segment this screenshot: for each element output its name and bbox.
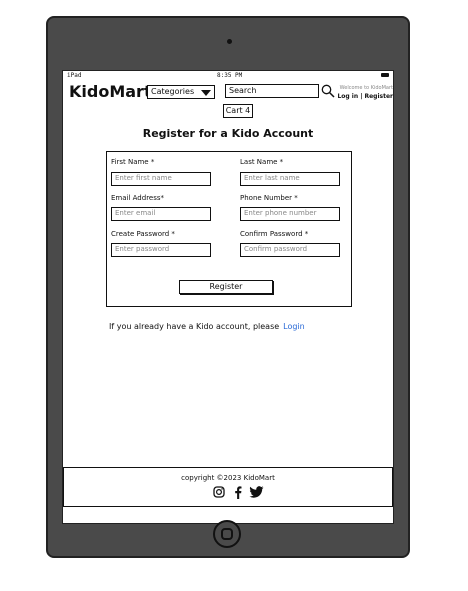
- email-placeholder: Enter email: [115, 209, 156, 217]
- registration-form: First Name * Enter first name Last Name …: [106, 151, 352, 307]
- password-field[interactable]: Enter password: [111, 243, 211, 257]
- last-name-label: Last Name *: [240, 158, 284, 166]
- battery-icon: [381, 73, 389, 77]
- camera-icon: [227, 39, 232, 44]
- categories-label: Categories: [151, 87, 195, 96]
- first-name-field[interactable]: Enter first name: [111, 172, 211, 186]
- screen: iPad 8:35 PM KidoMart Categories Search …: [62, 70, 394, 524]
- status-time: 8:35 PM: [217, 72, 243, 79]
- social-links: [209, 486, 269, 500]
- site-logo[interactable]: KidoMart: [69, 82, 152, 101]
- caret-down-icon: [201, 90, 211, 96]
- register-button[interactable]: Register: [179, 280, 273, 294]
- status-bar: iPad 8:35 PM: [63, 71, 393, 81]
- email-field[interactable]: Enter email: [111, 207, 211, 221]
- existing-account-prompt: If you already have a Kido account, plea…: [109, 322, 305, 331]
- register-link[interactable]: Register: [364, 93, 393, 100]
- phone-label: Phone Number *: [240, 194, 298, 202]
- password-placeholder: Enter password: [115, 245, 170, 253]
- first-name-placeholder: Enter first name: [115, 174, 172, 182]
- instagram-icon[interactable]: [213, 486, 225, 498]
- login-link[interactable]: Log in: [337, 93, 358, 100]
- device-label: iPad: [67, 72, 82, 79]
- search-input[interactable]: Search: [225, 84, 319, 98]
- footer: copyright ©2023 KidoMart: [63, 467, 393, 507]
- facebook-icon[interactable]: [233, 486, 243, 499]
- cart-button[interactable]: Cart 4: [223, 104, 253, 118]
- search-placeholder: Search: [229, 86, 257, 95]
- phone-field[interactable]: Enter phone number: [240, 207, 340, 221]
- page-title: Register for a Kido Account: [142, 127, 314, 140]
- auth-links: Log in | Register: [325, 93, 393, 100]
- last-name-placeholder: Enter last name: [244, 174, 300, 182]
- categories-dropdown[interactable]: Categories: [147, 85, 215, 99]
- twitter-icon[interactable]: [249, 486, 264, 499]
- welcome-text: Welcome to KidoMart: [339, 85, 393, 91]
- home-icon: [221, 528, 233, 540]
- copyright-text: copyright ©2023 KidoMart: [181, 474, 275, 482]
- first-name-label: First Name *: [111, 158, 155, 166]
- confirm-password-field[interactable]: Confirm password: [240, 243, 340, 257]
- home-button[interactable]: [213, 520, 241, 548]
- last-name-field[interactable]: Enter last name: [240, 172, 340, 186]
- email-label: Email Address*: [111, 194, 165, 202]
- confirm-password-placeholder: Confirm password: [244, 245, 308, 253]
- phone-placeholder: Enter phone number: [244, 209, 317, 217]
- tablet-frame: iPad 8:35 PM KidoMart Categories Search …: [46, 16, 410, 558]
- login-link-bottom[interactable]: Login: [283, 322, 305, 331]
- existing-account-text: If you already have a Kido account, plea…: [109, 322, 280, 331]
- password-label: Create Password *: [111, 230, 175, 238]
- confirm-password-label: Confirm Password *: [240, 230, 309, 238]
